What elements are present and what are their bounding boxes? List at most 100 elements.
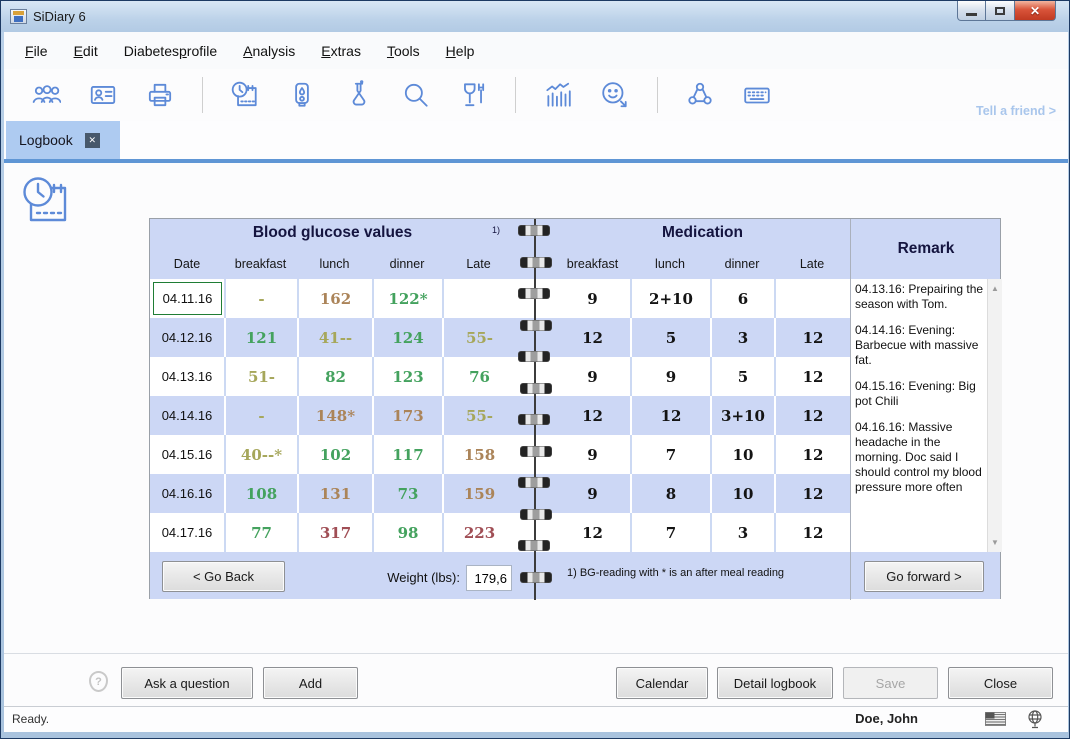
bg-value-cell[interactable]: 55- [442, 318, 515, 357]
menu-tools[interactable]: Tools [387, 43, 420, 59]
med-value-cell[interactable]: 12 [774, 435, 850, 474]
med-value-cell[interactable]: 9 [555, 357, 630, 396]
keyboard-icon[interactable] [742, 80, 772, 110]
med-value-cell[interactable]: 12 [774, 513, 850, 552]
scroll-up-icon[interactable]: ▲ [988, 281, 1002, 296]
date-cell[interactable]: 04.14.16 [150, 396, 224, 435]
menu-file[interactable]: File [25, 43, 48, 59]
bg-value-cell[interactable]: 173 [372, 396, 442, 435]
bg-value-cell[interactable]: 76 [442, 357, 515, 396]
close-window-button[interactable]: ✕ [1014, 1, 1056, 21]
save-button[interactable]: Save [843, 667, 938, 699]
med-value-cell[interactable]: 12 [774, 318, 850, 357]
bg-value-cell[interactable]: 122* [372, 279, 442, 318]
menu-analysis[interactable]: Analysis [243, 43, 295, 59]
med-value-cell[interactable]: 12 [555, 318, 630, 357]
date-cell[interactable]: 04.17.16 [150, 513, 224, 552]
bg-value-cell[interactable]: 55- [442, 396, 515, 435]
calendar-button[interactable]: Calendar [616, 667, 708, 699]
med-value-cell[interactable]: 6 [710, 279, 774, 318]
med-value-cell[interactable]: 12 [555, 513, 630, 552]
med-value-cell[interactable]: 3 [710, 513, 774, 552]
go-forward-button[interactable]: Go forward > [864, 561, 984, 592]
med-value-cell[interactable]: 9 [630, 357, 710, 396]
bg-value-cell[interactable]: 51- [224, 357, 297, 396]
med-value-cell[interactable]: 5 [630, 318, 710, 357]
bg-value-cell[interactable] [442, 279, 515, 318]
med-value-cell[interactable]: 9 [555, 435, 630, 474]
patients-icon[interactable] [31, 80, 61, 110]
med-value-cell[interactable]: 12 [774, 357, 850, 396]
tab-close-icon[interactable]: ✕ [85, 133, 100, 148]
menu-edit[interactable]: Edit [74, 43, 98, 59]
bg-value-cell[interactable]: - [224, 396, 297, 435]
nutrition-icon[interactable] [458, 80, 488, 110]
bg-value-cell[interactable]: - [224, 279, 297, 318]
menu-diabetesprofile[interactable]: Diabetesprofile [124, 43, 217, 59]
globe-icon[interactable] [1026, 710, 1044, 734]
med-value-cell[interactable]: 7 [630, 513, 710, 552]
sync-icon[interactable] [685, 80, 715, 110]
bg-value-cell[interactable]: 41-- [297, 318, 372, 357]
bg-value-cell[interactable]: 317 [297, 513, 372, 552]
minimize-button[interactable] [957, 1, 986, 21]
logbook-icon[interactable] [230, 80, 260, 110]
remark-scrollbar[interactable]: ▲ ▼ [987, 279, 1002, 552]
date-cell[interactable]: 04.12.16 [150, 318, 224, 357]
weight-input[interactable] [466, 565, 512, 591]
med-value-cell[interactable]: 9 [555, 474, 630, 513]
bg-value-cell[interactable]: 159 [442, 474, 515, 513]
med-value-cell[interactable]: 8 [630, 474, 710, 513]
med-value-cell[interactable]: 12 [555, 396, 630, 435]
med-value-cell[interactable]: 5 [710, 357, 774, 396]
statistics-icon[interactable] [543, 80, 573, 110]
med-value-cell[interactable]: 12 [774, 396, 850, 435]
scroll-down-icon[interactable]: ▼ [988, 535, 1002, 550]
med-value-cell[interactable]: 3+10 [710, 396, 774, 435]
menu-help[interactable]: Help [446, 43, 475, 59]
med-value-cell[interactable]: 12 [630, 396, 710, 435]
close-button[interactable]: Close [948, 667, 1053, 699]
wellbeing-icon[interactable] [600, 80, 630, 110]
bg-value-cell[interactable]: 77 [224, 513, 297, 552]
med-value-cell[interactable] [774, 279, 850, 318]
tab-logbook[interactable]: Logbook ✕ [6, 121, 120, 159]
lab-icon[interactable] [344, 80, 374, 110]
bg-value-cell[interactable]: 108 [224, 474, 297, 513]
maximize-button[interactable] [986, 1, 1014, 21]
bg-value-cell[interactable]: 131 [297, 474, 372, 513]
med-value-cell[interactable]: 3 [710, 318, 774, 357]
med-value-cell[interactable]: 12 [774, 474, 850, 513]
med-value-cell[interactable]: 10 [710, 474, 774, 513]
detail-logbook-button[interactable]: Detail logbook [717, 667, 833, 699]
add-button[interactable]: Add [263, 667, 358, 699]
print-icon[interactable] [145, 80, 175, 110]
date-cell[interactable]: 04.11.16 [150, 279, 224, 318]
bg-value-cell[interactable]: 158 [442, 435, 515, 474]
bg-value-cell[interactable]: 123 [372, 357, 442, 396]
help-icon[interactable]: ? [89, 671, 108, 692]
bg-value-cell[interactable]: 117 [372, 435, 442, 474]
remark-panel[interactable]: 04.13.16: Prepairing the season with Tom… [851, 279, 1002, 552]
bg-value-cell[interactable]: 121 [224, 318, 297, 357]
language-flag-icon[interactable] [985, 712, 1006, 731]
menu-extras[interactable]: Extras [321, 43, 361, 59]
med-value-cell[interactable]: 9 [555, 279, 630, 318]
bg-value-cell[interactable]: 148* [297, 396, 372, 435]
date-cell[interactable]: 04.13.16 [150, 357, 224, 396]
med-value-cell[interactable]: 2+10 [630, 279, 710, 318]
date-cell[interactable]: 04.16.16 [150, 474, 224, 513]
go-back-button[interactable]: < Go Back [162, 561, 285, 592]
bg-value-cell[interactable]: 162 [297, 279, 372, 318]
bg-value-cell[interactable]: 73 [372, 474, 442, 513]
med-value-cell[interactable]: 10 [710, 435, 774, 474]
bg-value-cell[interactable]: 82 [297, 357, 372, 396]
ask-question-button[interactable]: Ask a question [121, 667, 253, 699]
search-icon[interactable] [401, 80, 431, 110]
bg-value-cell[interactable]: 124 [372, 318, 442, 357]
date-cell[interactable]: 04.15.16 [150, 435, 224, 474]
tell-a-friend-link[interactable]: Tell a friend > [976, 104, 1056, 118]
patient-card-icon[interactable] [88, 80, 118, 110]
med-value-cell[interactable]: 7 [630, 435, 710, 474]
bg-value-cell[interactable]: 40--* [224, 435, 297, 474]
